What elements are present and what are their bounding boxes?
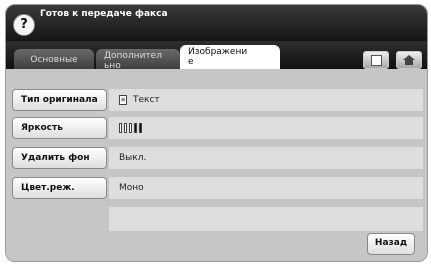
color-mode-button[interactable]: Цвет.реж. <box>12 177 107 199</box>
home-button[interactable] <box>396 51 422 69</box>
tab-image[interactable]: Изображени е <box>180 45 280 69</box>
home-icon <box>405 60 413 65</box>
header-bar: ? Готов к передаче факса <box>6 5 427 41</box>
brightness-bar <box>119 122 122 133</box>
tab-basic[interactable]: Основные <box>14 49 94 69</box>
tab-advanced[interactable]: Дополнител ьно <box>96 49 180 71</box>
original-type-text: Текст <box>133 95 160 105</box>
settings-panel: Тип оригинала ≡ Текст Яркость Удалить фон… <box>6 69 427 261</box>
empty-row <box>109 207 423 231</box>
help-button[interactable]: ? <box>13 14 35 36</box>
original-type-value: ≡ Текст <box>109 89 423 111</box>
document-icon: ≡ <box>119 94 127 105</box>
fax-screen: ? Готов к передаче факса Основные Дополн… <box>5 4 428 262</box>
document-icon <box>371 55 382 66</box>
brightness-bar <box>129 122 132 133</box>
color-mode-value: Моно <box>109 177 423 199</box>
brightness-bar <box>124 122 127 133</box>
brightness-bar <box>134 122 137 133</box>
remove-background-button[interactable]: Удалить фон <box>12 147 107 169</box>
brightness-button[interactable]: Яркость <box>12 117 107 139</box>
brightness-level-indicator <box>119 117 144 139</box>
original-type-button[interactable]: Тип оригинала <box>12 89 107 111</box>
back-button[interactable]: Назад <box>367 233 415 255</box>
brightness-bar <box>139 122 142 133</box>
remove-background-value: Выкл. <box>109 147 423 169</box>
brightness-value <box>109 117 423 139</box>
status-text: Готов к передаче факса <box>40 9 168 19</box>
document-icon-button[interactable] <box>363 51 389 69</box>
